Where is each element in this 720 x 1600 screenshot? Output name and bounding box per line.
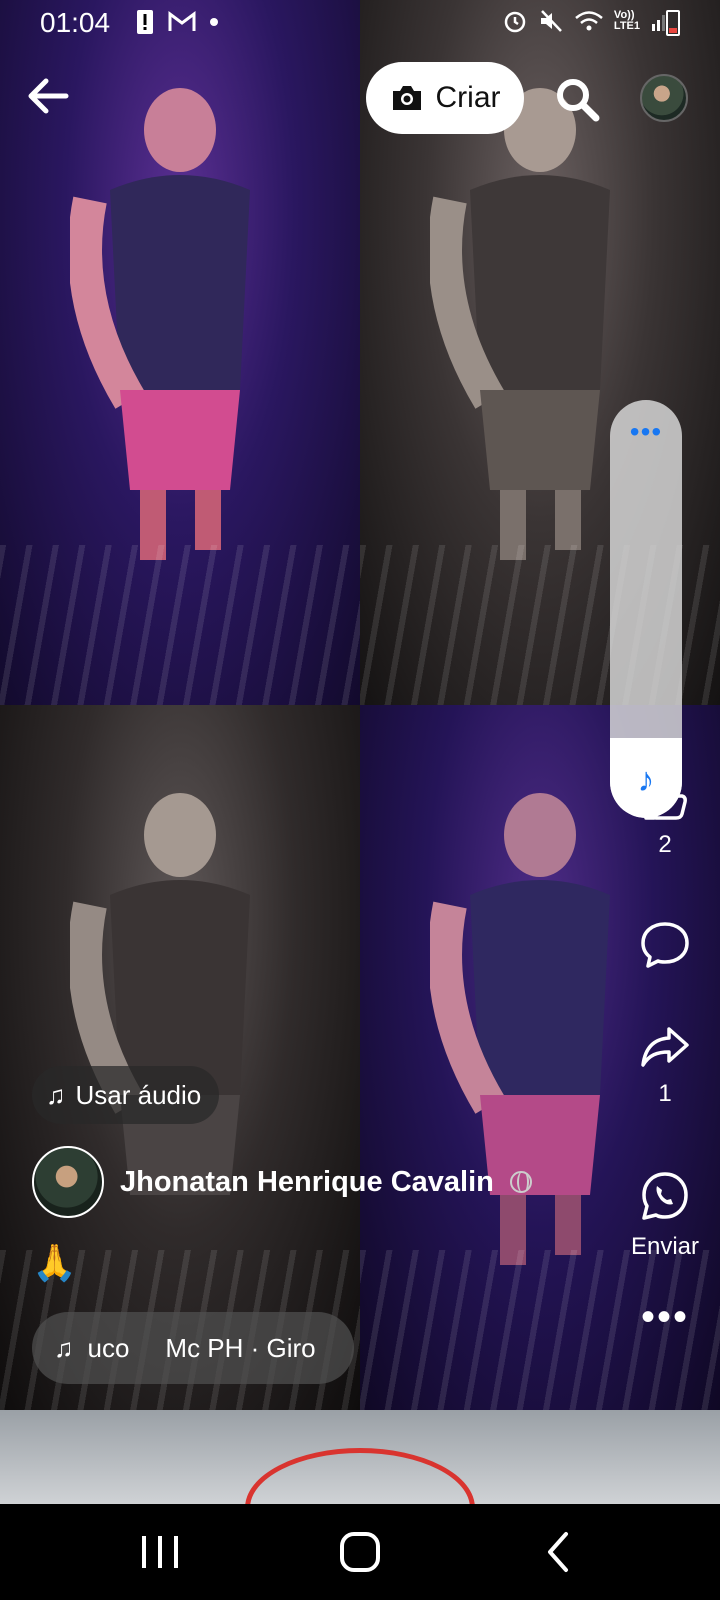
like-button[interactable]: 2 [612,780,718,859]
send-label: Enviar [630,1233,700,1260]
next-reel-thumbnail-shape [245,1448,475,1504]
post-caption: 🙏 [32,1242,77,1283]
status-system-icons: Vo)) LTE1 [502,8,668,34]
globe-icon [509,1171,532,1193]
share-count: 1 [658,1080,672,1107]
author-name[interactable]: Jhonatan Henrique Cavalin [120,1166,494,1199]
music-text-fragment: uco [87,1332,130,1363]
profile-avatar[interactable] [640,74,688,122]
home-icon [340,1532,380,1572]
alarm-icon [504,11,526,33]
system-back-button[interactable] [530,1526,590,1578]
volte-indicator: Vo)) LTE1 [613,9,640,32]
arrow-left-icon [28,78,69,114]
dot-icon [210,18,218,26]
music-text: Mc PH · Giro [165,1332,316,1363]
home-button[interactable] [330,1526,390,1578]
create-button-label: Criar [435,81,501,114]
more-icon: ••• [640,1295,689,1339]
gmail-icon [168,11,196,31]
music-info-pill[interactable]: ♫ uco Mc PH · Giro [32,1312,354,1384]
share-button[interactable]: 1 [612,1025,718,1108]
music-ticker: uco Mc PH · Giro [88,1333,338,1364]
author-avatar[interactable] [32,1146,104,1218]
search-button[interactable] [554,76,600,122]
music-note-icon: ♫ [46,1079,66,1110]
status-time: 01:04 [40,7,111,38]
thumbs-up-icon [644,782,687,820]
back-button[interactable] [24,72,72,120]
chevron-left-icon [548,1532,568,1572]
person-figure [430,88,610,560]
search-icon [557,79,600,122]
status-notifications [136,9,218,35]
comment-icon [641,922,689,968]
author-row[interactable]: Jhonatan Henrique Cavalin [32,1146,532,1218]
wifi-icon [575,11,603,31]
create-button[interactable]: Criar [366,62,524,134]
whatsapp-icon [642,1172,688,1220]
audio-volume-slider[interactable]: ••• ♪ [610,400,682,818]
person-figure [70,88,250,560]
share-icon [641,1027,689,1067]
music-note-icon: ♫ [54,1332,74,1363]
recent-apps-icon [142,1536,178,1568]
alert-icon [137,10,153,34]
send-whatsapp-button[interactable]: Enviar [612,1170,718,1261]
next-reel-preview[interactable] [0,1410,720,1504]
more-dots-icon: ••• [629,416,663,447]
use-audio-button[interactable]: ♫ Usar áudio [32,1066,220,1124]
recent-apps-button[interactable] [130,1526,190,1578]
mute-icon [540,10,562,32]
battery-icon [666,10,680,36]
comment-button[interactable] [612,920,718,975]
camera-icon [392,86,421,110]
photo-panel-bottom-left [0,705,360,1410]
like-count: 2 [658,831,672,858]
status-bar: 01:04 Vo)) LTE1 [0,0,720,46]
use-audio-label: Usar áudio [75,1079,202,1110]
more-options-button[interactable]: ••• [612,1295,718,1340]
system-nav-bar [0,1504,720,1600]
